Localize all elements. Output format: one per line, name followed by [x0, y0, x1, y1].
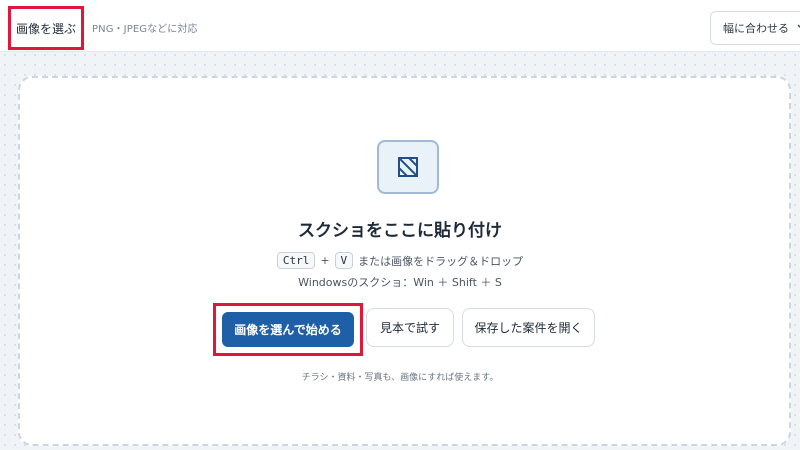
action-buttons: 画像を選んで始める 見本で試す 保存した案件を開く [0, 303, 800, 363]
fit-mode-select[interactable]: 幅に合わせる [710, 11, 800, 45]
shortcut-hint: Ctrl + V または画像をドラッグ＆ドロップ [0, 252, 800, 269]
format-hint: PNG・JPEGなどに対応 [92, 24, 198, 35]
footnote: チラシ・資料・写真も、画像にすれば使えます。 [301, 373, 499, 383]
try-sample-label: 見本で試す [379, 321, 440, 335]
v-key: V [334, 252, 354, 269]
windows-screenshot-hint: Windowsのスクショ：Win ＋ Shift ＋ S [298, 276, 502, 289]
plus-sign: + [320, 254, 330, 267]
fit-mode-value: 幅に合わせる [723, 22, 789, 35]
try-sample-button[interactable]: 見本で試す [366, 308, 454, 347]
choose-image-button[interactable]: 画像を選ぶ [8, 6, 84, 50]
open-saved-project-label: 保存した案件を開く [474, 321, 583, 335]
ctrl-key: Ctrl [276, 252, 316, 269]
choose-image-label: 画像を選ぶ [15, 21, 76, 36]
choose-and-start-button[interactable]: 画像を選んで始める [222, 312, 354, 347]
dropzone-title: スクショをここに貼り付け [298, 221, 502, 241]
toolbar: 画像を選ぶ PNG・JPEGなどに対応 幅に合わせる [0, 0, 800, 52]
choose-and-start-label: 画像を選んで始める [234, 323, 342, 337]
drag-drop-text: または画像をドラッグ＆ドロップ [358, 254, 524, 268]
image-placeholder-icon [377, 140, 439, 194]
primary-highlight: 画像を選んで始める [213, 303, 363, 356]
open-saved-project-button[interactable]: 保存した案件を開く [462, 308, 595, 347]
